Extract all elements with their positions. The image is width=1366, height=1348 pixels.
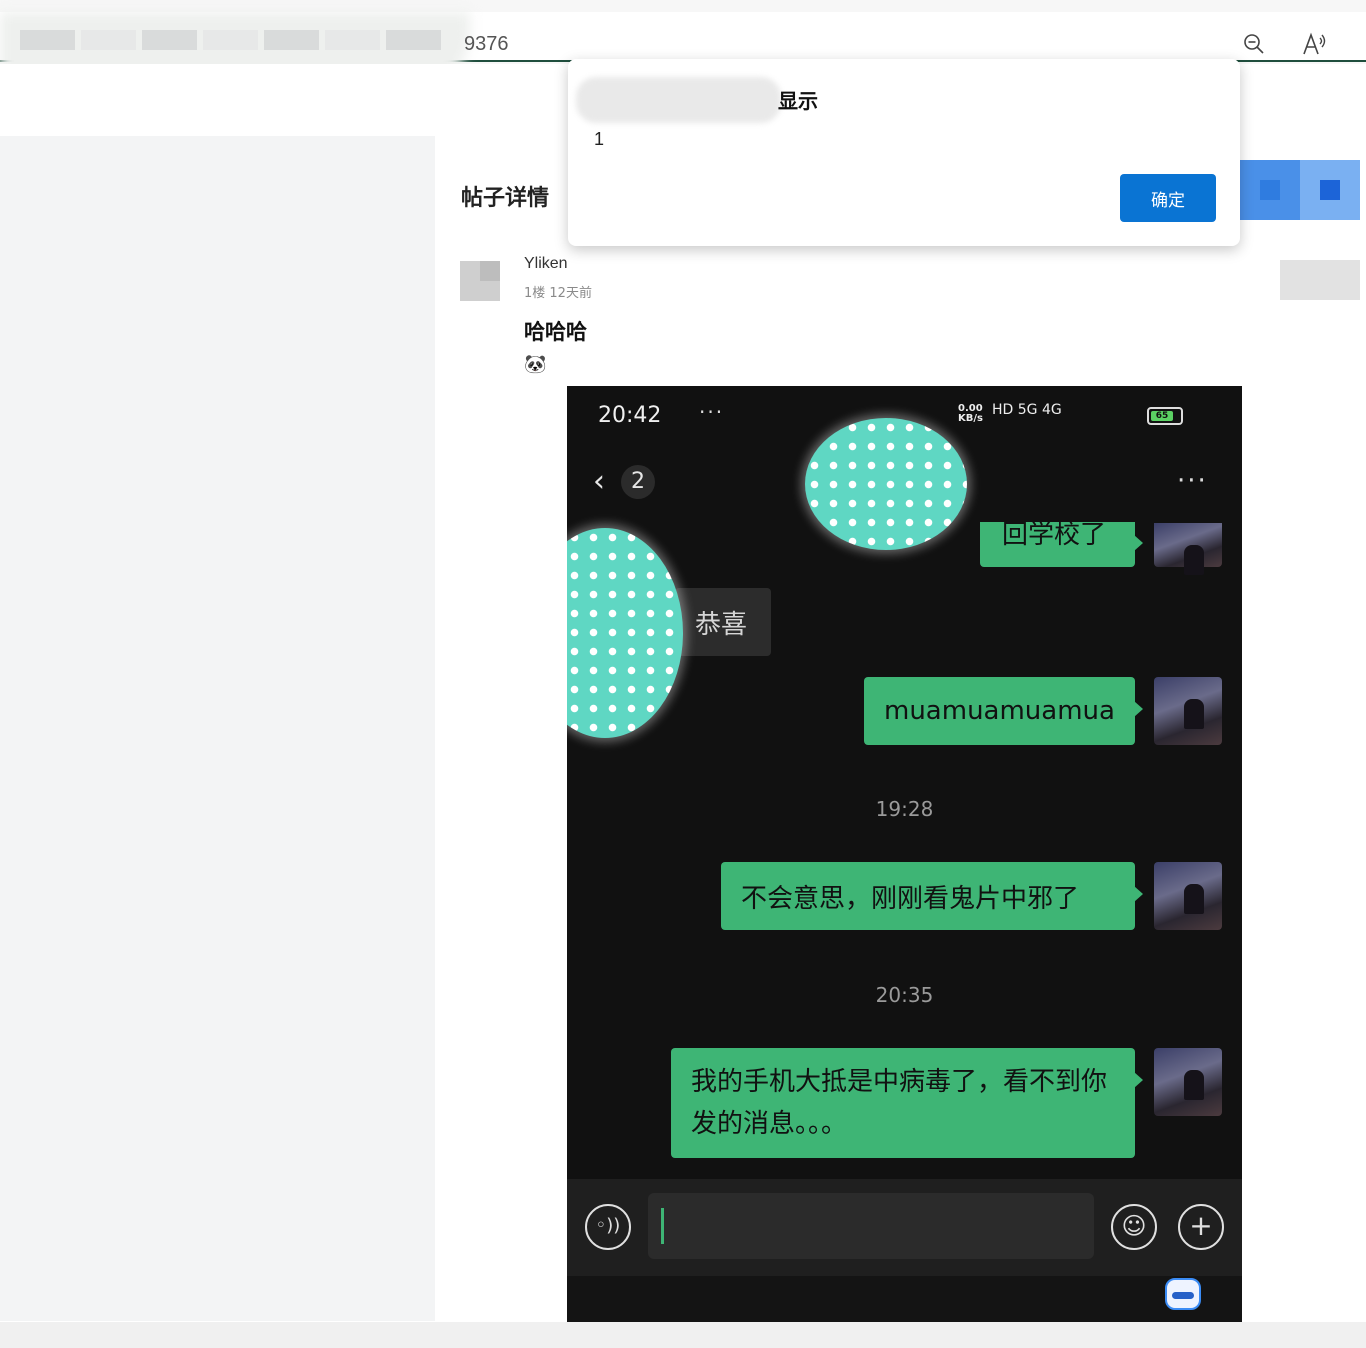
pixelated-element (1280, 260, 1360, 300)
dialog-title: 显示 (778, 89, 818, 113)
chat-bubble-out: 不会意思，刚刚看鬼片中邪了 (721, 862, 1143, 930)
post-title: 哈哈哈 (524, 320, 587, 344)
chat-screenshot-image: 20:42 ··· 0.00 KB/s HD 5G 4G 65 ‹ 2 ··· … (567, 386, 1242, 1322)
unread-badge: 2 (621, 465, 655, 499)
section-title: 帖子详情 (461, 186, 550, 211)
voice-icon: ◦)) (585, 1204, 631, 1250)
chat-input (648, 1193, 1094, 1259)
read-aloud-icon[interactable] (1302, 32, 1328, 62)
author-avatar[interactable] (460, 261, 500, 301)
emoji-icon: ☺ (1111, 1204, 1157, 1250)
redaction-dots (567, 528, 683, 738)
address-bar[interactable]: 9376 (0, 12, 1366, 92)
sender-avatar (1154, 1048, 1222, 1116)
chat-input-bar: ◦)) ☺ + (567, 1179, 1242, 1276)
zoom-out-icon[interactable] (1242, 32, 1266, 62)
page-bottom-strip (0, 1322, 1366, 1348)
phone-nav-bar (567, 1276, 1242, 1322)
dialog-message: 1 (594, 129, 605, 149)
sender-avatar (1154, 677, 1222, 745)
ok-button[interactable]: 确定 (1120, 174, 1216, 222)
chat-bubble-out: 我的手机大抵是中病毒了，看不到你发的消息。。。 (671, 1048, 1143, 1158)
more-icon: ··· (1177, 466, 1208, 496)
left-sidebar (0, 136, 435, 1321)
chat-bubble-in: 恭喜 (675, 588, 771, 656)
pixelated-button (1240, 160, 1360, 220)
chat-bubble-out: muamuamuamua (864, 677, 1143, 745)
browser-toolbar: 9376 (0, 0, 1366, 92)
network-speed: 0.00 KB/s (958, 403, 983, 424)
redaction-dots (805, 418, 967, 550)
chat-timestamp: 19:28 (875, 797, 934, 821)
address-text[interactable]: 9376 (464, 33, 509, 56)
signal-icons: HD 5G 4G (992, 402, 1062, 418)
chat-timestamp: 20:35 (875, 983, 934, 1007)
redacted-origin (576, 77, 781, 123)
pixelated-url (20, 30, 441, 50)
post-meta: 1楼 12天前 (524, 286, 592, 301)
status-time: 20:42 (598, 403, 662, 428)
assistant-bot-icon (1165, 1278, 1201, 1310)
sender-avatar (1154, 523, 1222, 575)
sender-avatar (1154, 862, 1222, 930)
battery-icon: 65 (1147, 407, 1183, 425)
back-arrow-icon: ‹ (593, 464, 605, 499)
alert-dialog: 显示 1 确定 (568, 59, 1240, 246)
panda-emoji: 🐼 (524, 354, 547, 375)
plus-icon: + (1178, 1204, 1224, 1250)
author-name[interactable]: Yliken (524, 255, 568, 273)
status-more-icon: ··· (699, 400, 725, 424)
